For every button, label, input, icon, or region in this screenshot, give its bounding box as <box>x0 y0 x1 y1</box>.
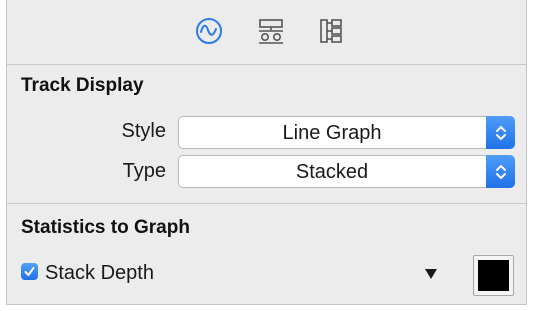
checkmark-icon <box>24 267 35 276</box>
type-popup-button[interactable]: Stacked <box>178 155 515 188</box>
style-popup-button[interactable]: Line Graph <box>178 116 515 149</box>
statistics-title: Statistics to Graph <box>21 217 190 238</box>
popup-arrows-icon <box>486 116 515 149</box>
stack-depth-label: Stack Depth <box>45 262 154 284</box>
style-popup-value: Line Graph <box>282 122 382 144</box>
detail-panel-icon[interactable] <box>256 16 286 46</box>
color-swatch <box>478 260 509 291</box>
type-label: Type <box>122 160 166 182</box>
type-popup-value: Stacked <box>295 161 369 183</box>
style-label: Style <box>121 120 166 142</box>
stack-depth-checkbox[interactable] <box>21 263 38 280</box>
track-display-section: Track Display Style Line Graph Type Stac… <box>7 65 526 204</box>
triangle-down-icon[interactable] <box>421 265 441 283</box>
stack-depth-color-well[interactable] <box>473 255 514 296</box>
tree-hierarchy-icon[interactable] <box>316 16 346 46</box>
graph-wave-icon[interactable] <box>194 16 224 46</box>
track-display-title: Track Display <box>21 75 144 96</box>
popup-arrows-icon <box>486 155 515 188</box>
inspector-toolbar <box>7 0 526 65</box>
inspector-panel: Track Display Style Line Graph Type Stac… <box>6 0 527 305</box>
statistics-section: Statistics to Graph Stack Depth <box>7 205 526 304</box>
